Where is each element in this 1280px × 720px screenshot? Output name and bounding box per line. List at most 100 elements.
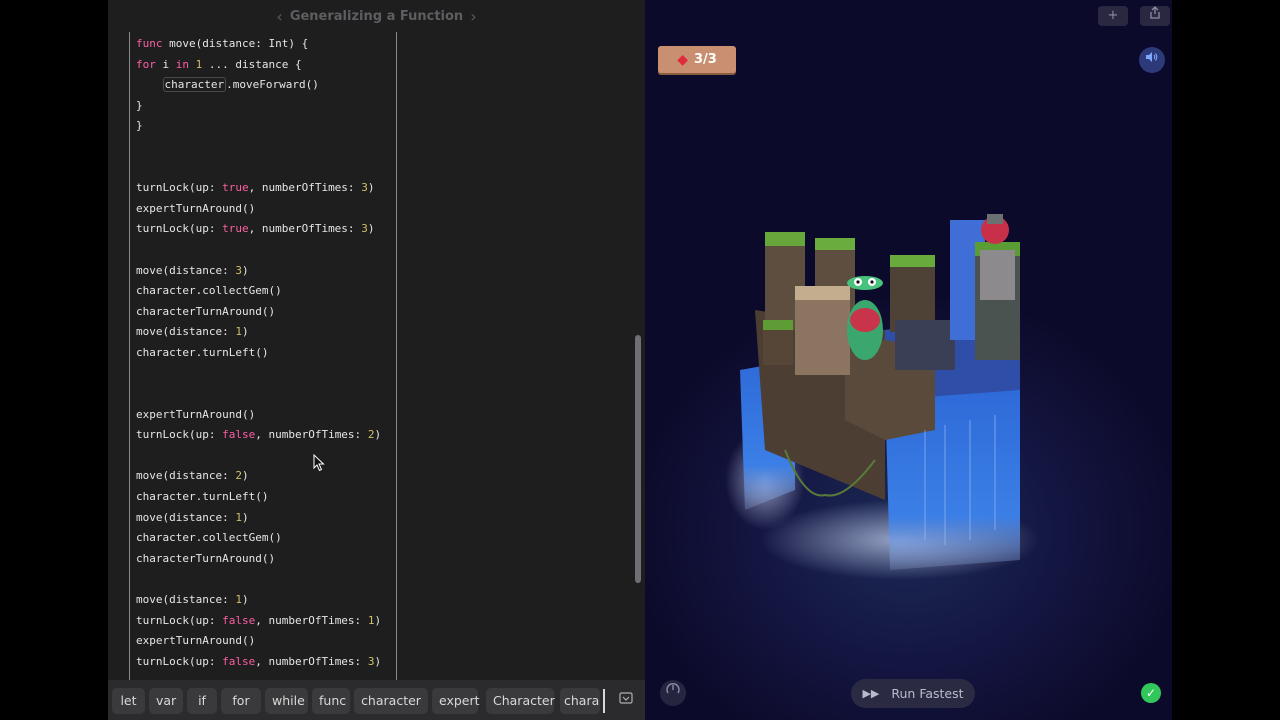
shortcut-var[interactable]: var: [149, 688, 183, 714]
code-line[interactable]: move(distance: 1): [136, 590, 396, 611]
code-line[interactable]: move(distance: 3): [136, 261, 396, 282]
speedometer-icon[interactable]: [660, 680, 686, 706]
code-token: turnLock(up:: [136, 222, 223, 236]
gems-collected: 3: [693, 52, 704, 67]
gems-total: 3: [707, 52, 717, 67]
code-keyword: func: [136, 37, 163, 50]
code-token: character.collectGem(): [136, 531, 282, 545]
chevron-left-icon[interactable]: ‹: [276, 7, 282, 26]
code-line[interactable]: character .moveForward(): [136, 75, 396, 96]
code-keyword: true: [222, 181, 249, 195]
gutter-divider: [129, 32, 130, 680]
code-token: expertTurnAround(): [136, 201, 256, 215]
code-token: ): [367, 222, 375, 236]
code-token: character.turnLeft(): [136, 345, 269, 359]
code-line[interactable]: character.turnLeft(): [136, 487, 396, 508]
puzzle-world-illustration: [725, 214, 1040, 580]
code-line[interactable]: character.collectGem(): [136, 281, 396, 302]
page-title-bar: ‹ Generalizing a Function ›: [108, 0, 645, 32]
code-line[interactable]: expertTurnAround(): [136, 405, 396, 426]
checkmark-icon[interactable]: ✓: [1141, 683, 1161, 703]
code-token: move(distance:: [136, 325, 236, 339]
code-line[interactable]: for i in 1 ... distance {: [136, 55, 396, 76]
scrollbar[interactable]: [635, 335, 641, 583]
code-token: expertTurnAround(): [136, 407, 256, 421]
code-area[interactable]: func move(distance: Int) {for i in 1 ...…: [136, 34, 396, 672]
shortcut-let[interactable]: let: [112, 688, 145, 714]
code-line[interactable]: turnLock(up: false, numberOfTimes: 2): [136, 425, 396, 446]
code-line[interactable]: characterTurnAround(): [136, 549, 396, 570]
code-line[interactable]: }: [136, 116, 396, 137]
speaker-icon[interactable]: [1139, 47, 1165, 73]
fast-forward-icon: ▶▶: [862, 687, 880, 700]
code-line[interactable]: character.collectGem(): [136, 528, 396, 549]
code-line[interactable]: turnLock(up: true, numberOfTimes: 3): [136, 219, 396, 240]
share-icon[interactable]: [1140, 6, 1170, 26]
code-token: expertTurnAround(): [136, 634, 256, 648]
code-token: ): [241, 263, 249, 277]
code-number: 1: [235, 593, 242, 607]
code-token: ): [241, 469, 249, 483]
code-token: .moveForward(): [226, 78, 319, 92]
code-line[interactable]: [136, 158, 396, 179]
code-token: move(distance: Int) {: [162, 37, 309, 50]
gem-counter: ◆ 3 / 3: [658, 46, 736, 73]
gem-icon: ◆: [677, 51, 688, 68]
puzzle-world-view[interactable]: + ◆ 3 / 3 ▶▶ Run Fastest ✓: [645, 0, 1172, 720]
run-button-label: Run Fastest: [891, 686, 964, 701]
code-line[interactable]: move(distance: 1): [136, 322, 396, 343]
code-line[interactable]: }: [136, 96, 396, 117]
shortcut-character[interactable]: character: [354, 688, 428, 714]
code-token: ): [374, 654, 382, 668]
code-keyword: false: [222, 654, 256, 668]
plus-icon[interactable]: +: [1098, 6, 1128, 26]
code-token: , numberOfTimes:: [248, 222, 362, 236]
code-line[interactable]: character.turnLeft(): [136, 343, 396, 364]
code-line[interactable]: [136, 569, 396, 590]
code-line[interactable]: characterTurnAround(): [136, 302, 396, 323]
code-line[interactable]: func move(distance: Int) {: [136, 34, 396, 55]
code-line[interactable]: [136, 240, 396, 261]
code-line[interactable]: expertTurnAround(): [136, 631, 396, 652]
code-keyword: false: [222, 613, 256, 627]
shortcut-if[interactable]: if: [187, 688, 217, 714]
code-number: 2: [235, 469, 242, 483]
shortcut-expert[interactable]: expert: [432, 688, 480, 714]
code-token: character.collectGem(): [136, 284, 282, 298]
run-button[interactable]: ▶▶ Run Fastest: [851, 679, 975, 708]
code-editor: ‹ Generalizing a Function › func move(di…: [108, 0, 645, 720]
code-line[interactable]: [136, 364, 396, 385]
code-token: , numberOfTimes:: [255, 613, 368, 627]
shortcut-chara[interactable]: chara: [560, 688, 600, 714]
code-line[interactable]: turnLock(up: true, numberOfTimes: 3): [136, 178, 396, 199]
code-number: 3: [361, 222, 368, 236]
shortcut-for[interactable]: for: [221, 688, 261, 714]
code-line[interactable]: [136, 137, 396, 158]
code-line[interactable]: expertTurnAround(): [136, 199, 396, 220]
code-token: character.turnLeft(): [136, 490, 269, 504]
chevron-right-icon[interactable]: ›: [470, 7, 476, 26]
shortcut-bar: let var if for while func character expe…: [108, 680, 645, 720]
code-token: ): [367, 181, 375, 195]
code-token: , numberOfTimes:: [255, 654, 368, 668]
keyboard-hide-icon[interactable]: [613, 688, 639, 714]
shortcut-while[interactable]: while: [265, 688, 308, 714]
shortcut-func[interactable]: func: [312, 688, 350, 714]
code-token: characterTurnAround(): [136, 304, 276, 318]
code-token: turnLock(up:: [136, 613, 223, 627]
code-token: move(distance:: [136, 469, 236, 483]
code-line[interactable]: turnLock(up: false, numberOfTimes: 3): [136, 652, 396, 673]
page-title: Generalizing a Function: [289, 8, 464, 24]
code-token: turnLock(up:: [136, 181, 223, 195]
code-token: characterTurnAround(): [136, 551, 276, 565]
code-line[interactable]: move(distance: 2): [136, 466, 396, 487]
code-line[interactable]: [136, 446, 396, 467]
code-line[interactable]: move(distance: 1): [136, 508, 396, 529]
code-line[interactable]: turnLock(up: false, numberOfTimes: 1): [136, 611, 396, 632]
shortcut-Character[interactable]: Character: [486, 688, 555, 714]
code-token: ): [374, 613, 382, 627]
code-line[interactable]: [136, 384, 396, 405]
code-token: move(distance:: [136, 510, 236, 524]
